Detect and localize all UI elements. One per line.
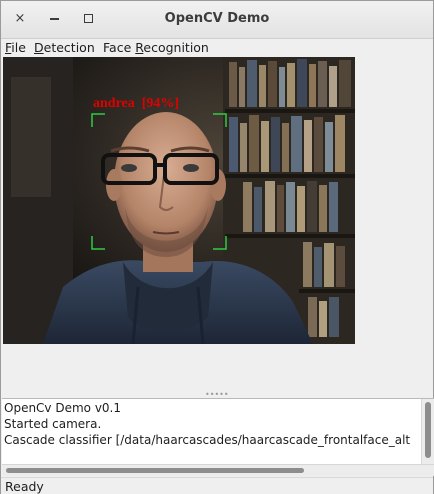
log-text-area[interactable]: OpenCv Demo v0.1 Started camera. Cascade… xyxy=(2,398,434,465)
log-horizontal-scrollbar[interactable] xyxy=(2,465,434,476)
horizontal-scroll-thumb[interactable] xyxy=(6,468,304,473)
menu-face-recognition[interactable]: Face Recognition xyxy=(103,40,209,55)
menu-detection[interactable]: Detection xyxy=(34,40,95,55)
menu-bar: File Detection Face Recognition xyxy=(1,39,433,56)
log-line: Started camera. xyxy=(4,417,102,431)
camera-video-frame: andrea [94%] xyxy=(3,57,355,344)
title-bar[interactable]: × OpenCV Demo xyxy=(1,1,433,39)
camera-frame-image: andrea [94%] xyxy=(3,57,355,344)
vertical-scroll-thumb[interactable] xyxy=(425,402,431,458)
log-vertical-scrollbar[interactable] xyxy=(421,399,434,464)
menu-face-recognition-prefix: Face xyxy=(103,40,136,55)
menu-face-recognition-label: ecognition xyxy=(143,40,209,55)
application-window: × OpenCV Demo File Detection Face Recogn… xyxy=(0,0,434,494)
status-bar: Ready xyxy=(1,477,433,494)
splitter-handle[interactable]: ••••• xyxy=(1,390,433,399)
status-text: Ready xyxy=(5,479,44,494)
log-line: Cascade classifier [/data/haarcascades/h… xyxy=(4,433,411,447)
menu-file[interactable]: File xyxy=(5,40,26,55)
menu-file-label: ile xyxy=(11,40,26,55)
log-line: OpenCv Demo v0.1 xyxy=(4,401,121,415)
menu-detection-label: etection xyxy=(43,40,95,55)
window-title: OpenCV Demo xyxy=(164,11,270,26)
menu-detection-mnemonic: D xyxy=(34,40,44,55)
face-recognition-label: andrea [94%] xyxy=(93,96,179,111)
